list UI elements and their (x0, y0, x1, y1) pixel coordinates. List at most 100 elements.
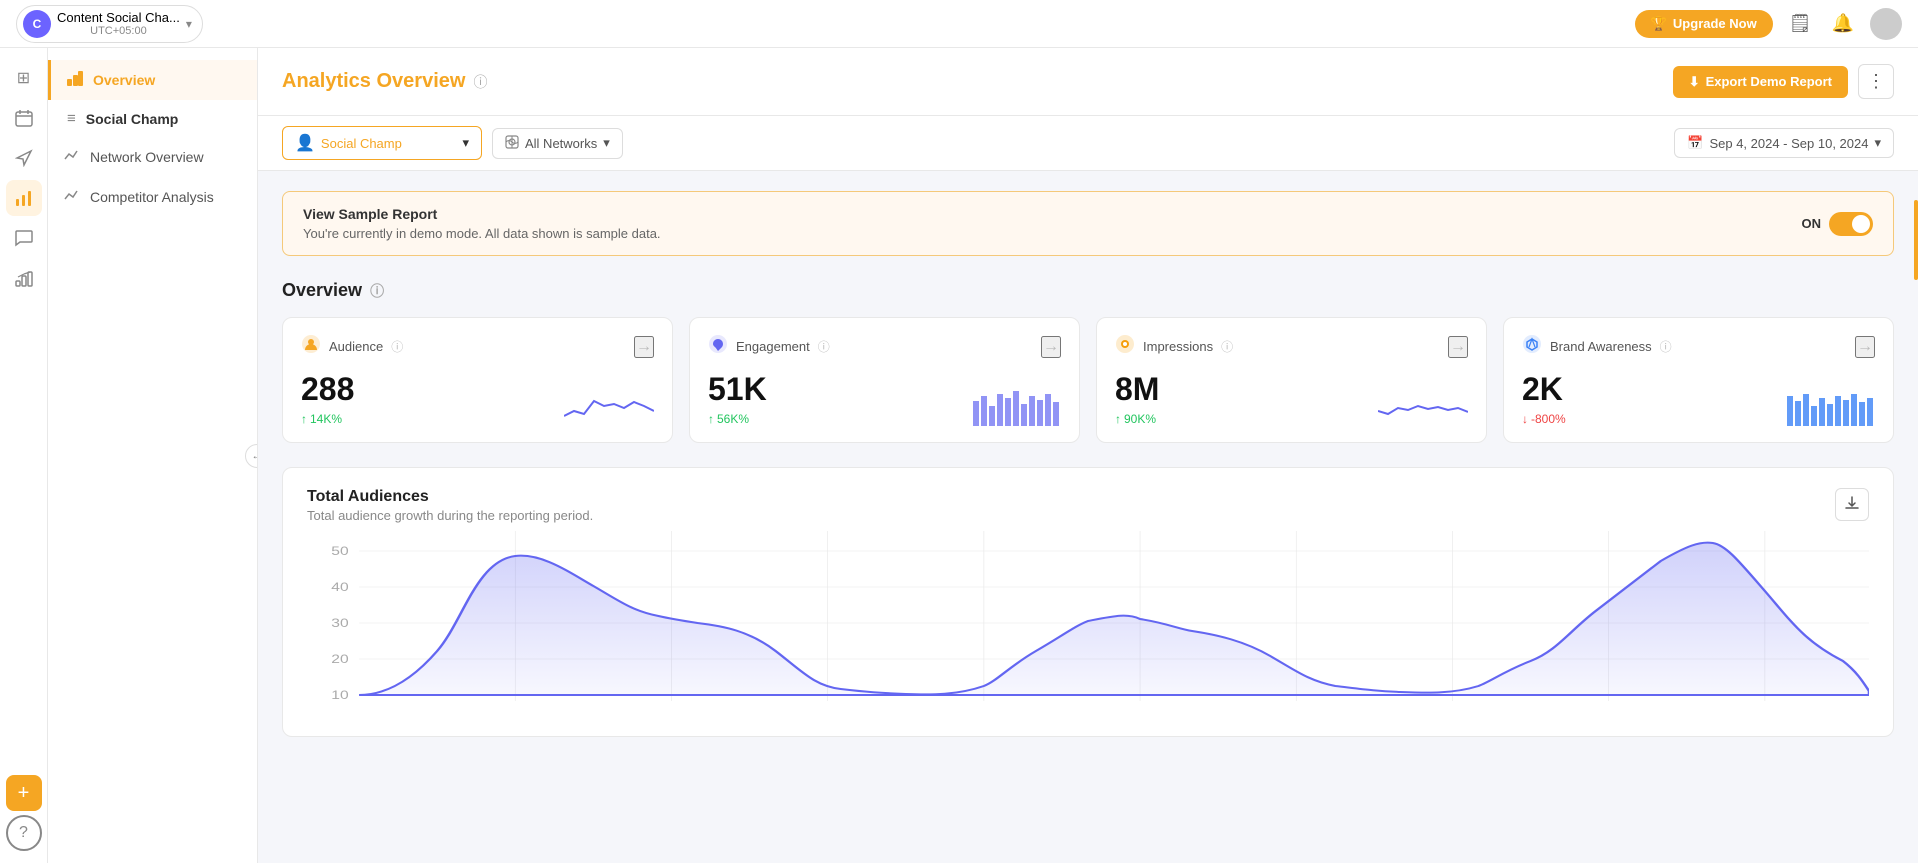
svg-text:10: 10 (331, 688, 349, 702)
audience-area-chart: 50 40 30 20 10 (307, 531, 1869, 711)
engagement-change-value: 56K% (717, 412, 749, 426)
overview-info-icon[interactable]: ⓘ (370, 281, 384, 301)
impressions-icon (1115, 334, 1135, 359)
messages-button[interactable]: 🗒 (1785, 9, 1816, 38)
page-title-help-icon[interactable]: ⓘ (473, 72, 487, 92)
social-champ-label: Social Champ (86, 111, 179, 127)
chart-download-button[interactable] (1835, 488, 1869, 521)
audience-card-content: 288 ↑ 14K% (301, 371, 654, 426)
brand-awareness-label: Brand Awareness (1550, 339, 1652, 354)
engagement-card: Engagement ⓘ → 51K ↑ 56K% (689, 317, 1080, 443)
profile-avatar-icon: 👤 (295, 133, 315, 153)
demo-banner-title: View Sample Report (303, 206, 661, 222)
main-layout: ⊞ (0, 48, 1918, 863)
audience-value: 288 (301, 371, 354, 408)
filter-left: 👤 Social Champ ▾ All Networks ▾ (282, 126, 623, 160)
audience-card: Audience ⓘ → 288 ↑ 14K% (282, 317, 673, 443)
audience-info-icon[interactable]: ⓘ (391, 338, 403, 355)
sidebar-send-icon[interactable] (6, 140, 42, 176)
sidebar-chat-icon[interactable] (6, 220, 42, 256)
sidebar-icon-rail: ⊞ (0, 48, 48, 863)
overview-section-title: Overview ⓘ (282, 280, 1894, 301)
profile-select-chevron-icon: ▾ (462, 135, 469, 151)
engagement-change: ↑ 56K% (708, 412, 767, 426)
notifications-button[interactable]: 🔔 (1828, 9, 1858, 38)
engagement-arrow-button[interactable]: → (1041, 336, 1061, 358)
sidebar-collapse-button[interactable]: ← (245, 444, 258, 468)
sidebar-help-button[interactable]: ? (6, 815, 42, 851)
svg-text:20: 20 (331, 652, 349, 666)
social-champ-icon: ≡ (67, 110, 76, 127)
engagement-card-content: 51K ↑ 56K% (708, 371, 1061, 426)
impressions-mini-chart (1378, 386, 1468, 426)
account-info: Content Social Cha... UTC+05:00 (57, 10, 180, 37)
impressions-change: ↑ 90K% (1115, 412, 1159, 426)
more-options-button[interactable]: ⋮ (1858, 64, 1894, 99)
svg-text:30: 30 (331, 616, 349, 630)
impressions-value: 8M (1115, 371, 1159, 408)
profile-select-label: Social Champ (321, 136, 402, 151)
trophy-icon: 🏆 (1651, 16, 1667, 32)
brand-awareness-icon (1522, 334, 1542, 359)
overview-label: Overview (93, 72, 155, 88)
content-header-right: ⬇ Export Demo Report ⋮ (1673, 64, 1894, 99)
sidebar-calendar-icon[interactable] (6, 100, 42, 136)
engagement-card-header: Engagement ⓘ → (708, 334, 1061, 359)
impressions-arrow-button[interactable]: → (1448, 336, 1468, 358)
demo-banner-text: View Sample Report You're currently in d… (303, 206, 661, 241)
brand-awareness-arrow-button[interactable]: → (1855, 336, 1875, 358)
sidebar-add-button[interactable]: + (6, 775, 42, 811)
navbar-left: C Content Social Cha... UTC+05:00 ▾ (16, 5, 203, 43)
sidebar-bar-chart-icon[interactable] (6, 260, 42, 296)
export-button[interactable]: ⬇ Export Demo Report (1673, 66, 1848, 98)
account-timezone: UTC+05:00 (57, 25, 180, 37)
download-icon (1844, 499, 1860, 514)
account-switcher[interactable]: C Content Social Cha... UTC+05:00 ▾ (16, 5, 203, 43)
network-select-label: All Networks (525, 136, 597, 151)
export-label: Export Demo Report (1706, 74, 1832, 89)
impressions-label: Impressions (1143, 339, 1213, 354)
total-audiences-section: Total Audiences Total audience growth du… (282, 467, 1894, 737)
impressions-change-value: 90K% (1124, 412, 1156, 426)
sidebar-dashboard-icon[interactable]: ⊞ (6, 60, 42, 96)
sidebar-item-overview[interactable]: Overview (48, 60, 257, 100)
network-select[interactable]: All Networks ▾ (492, 128, 623, 159)
upgrade-button[interactable]: 🏆 Upgrade Now (1635, 10, 1773, 38)
audience-icon (301, 334, 321, 359)
overview-section: Overview ⓘ (282, 280, 1894, 443)
audience-change-value: 14K% (310, 412, 342, 426)
social-champ-info: Social Champ (86, 111, 179, 127)
svg-text:40: 40 (331, 580, 349, 594)
sidebar-item-network-overview[interactable]: Network Overview (48, 137, 257, 177)
network-overview-label: Network Overview (90, 149, 204, 165)
demo-mode-toggle[interactable] (1829, 212, 1873, 236)
engagement-info-icon[interactable]: ⓘ (818, 338, 830, 355)
overview-title-text: Overview (282, 280, 362, 301)
scroll-accent-bar (1914, 200, 1918, 280)
brand-awareness-card-header: Brand Awareness ⓘ → (1522, 334, 1875, 359)
impressions-info-icon[interactable]: ⓘ (1221, 338, 1233, 355)
date-range-picker[interactable]: 📅 Sep 4, 2024 - Sep 10, 2024 ▾ (1674, 128, 1894, 158)
audience-label: Audience (329, 339, 383, 354)
account-chevron-icon: ▾ (186, 17, 192, 31)
brand-awareness-change: ↓ -800% (1522, 412, 1566, 426)
demo-toggle: ON (1802, 212, 1874, 236)
brand-awareness-info-icon[interactable]: ⓘ (1660, 338, 1672, 355)
sidebar-item-social-champ[interactable]: ≡ Social Champ (48, 100, 257, 137)
svg-text:50: 50 (331, 544, 349, 558)
competitor-analysis-icon (64, 187, 80, 207)
user-avatar[interactable] (1870, 8, 1902, 40)
date-range-chevron-icon: ▾ (1874, 135, 1881, 151)
brand-awareness-header-left: Brand Awareness ⓘ (1522, 334, 1672, 359)
profile-select[interactable]: 👤 Social Champ ▾ (282, 126, 482, 160)
content-header-left: Analytics Overview ⓘ (282, 70, 487, 93)
engagement-mini-chart (971, 386, 1061, 426)
navbar: C Content Social Cha... UTC+05:00 ▾ 🏆 Up… (0, 0, 1918, 48)
audience-arrow-button[interactable]: → (634, 336, 654, 358)
chart-title: Total Audiences (307, 488, 593, 506)
sidebar-item-competitor-analysis[interactable]: Competitor Analysis (48, 177, 257, 217)
brand-awareness-card: Brand Awareness ⓘ → 2K ↓ -800% (1503, 317, 1894, 443)
sidebar-analytics-icon[interactable] (6, 180, 42, 216)
engagement-label: Engagement (736, 339, 810, 354)
bell-icon: 🔔 (1832, 13, 1854, 34)
